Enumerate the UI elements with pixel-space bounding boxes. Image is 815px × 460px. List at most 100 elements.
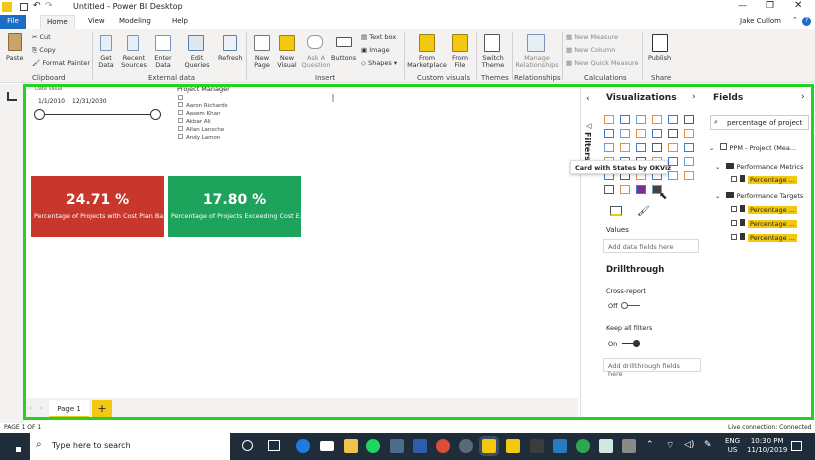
- restore-icon[interactable]: ❐: [766, 1, 774, 11]
- refresh-button[interactable]: Refresh: [218, 55, 243, 62]
- cut-button[interactable]: ✂ Cut: [32, 34, 51, 41]
- clock[interactable]: 10:30 PM 11/10/2019: [747, 437, 787, 455]
- paste-icon[interactable]: [8, 33, 22, 51]
- from-marketplace-button[interactable]: From Marketplace: [406, 55, 448, 69]
- ribbon: Paste ✂ Cut ⎘ Copy 🖌 Format Painter Clip…: [0, 29, 815, 83]
- group-external-data: External data: [148, 74, 196, 82]
- chrome-icon[interactable]: [436, 439, 450, 453]
- network-icon[interactable]: ⌔: [666, 440, 674, 451]
- ask-question-button[interactable]: Ask A Question: [301, 55, 331, 69]
- get-data-icon[interactable]: [100, 35, 112, 51]
- marketplace-icon[interactable]: [419, 34, 435, 52]
- calculator-icon[interactable]: [622, 439, 636, 453]
- edit-queries-icon[interactable]: [188, 35, 204, 51]
- spotify-icon[interactable]: [366, 439, 380, 453]
- photos-icon[interactable]: [390, 439, 404, 453]
- shapes-button[interactable]: ◇ Shapes ▾: [361, 60, 397, 67]
- from-file-icon[interactable]: [452, 34, 468, 52]
- close-icon[interactable]: ✕: [794, 0, 802, 11]
- view-rail: [0, 84, 24, 424]
- expand-ribbon-icon[interactable]: ⌃: [792, 16, 798, 24]
- enter-data-button[interactable]: Enter Data: [153, 55, 173, 69]
- powerbi-logo-icon: [2, 2, 12, 12]
- terminal-icon[interactable]: [530, 439, 544, 453]
- word-icon[interactable]: [413, 439, 427, 453]
- group-calculations: Calculations: [584, 74, 627, 82]
- edit-queries-button[interactable]: Edit Queries: [181, 55, 213, 69]
- title-bar: ↶ ↷ Untitled - Power BI Desktop — ❐ ✕: [0, 0, 815, 15]
- network-app-icon[interactable]: [459, 439, 473, 453]
- buttons-icon[interactable]: [336, 37, 352, 47]
- publish-icon[interactable]: [652, 34, 668, 52]
- paste-button[interactable]: Paste: [6, 55, 24, 62]
- new-measure-button[interactable]: ▦ New Measure: [566, 34, 618, 41]
- taskbar-search[interactable]: ⌕ Type here to search: [30, 433, 230, 460]
- windows-start-icon[interactable]: [10, 441, 21, 452]
- taskbar-search-input[interactable]: Type here to search: [52, 441, 131, 450]
- help-icon[interactable]: ?: [802, 17, 811, 26]
- new-visual-button[interactable]: New Visual: [277, 55, 297, 69]
- redo-icon[interactable]: ↷: [45, 1, 53, 11]
- powerbi-report-icon[interactable]: [506, 439, 520, 453]
- tab-file[interactable]: File: [0, 15, 26, 29]
- text-box-button[interactable]: ▤ Text box: [361, 34, 396, 41]
- task-view-icon[interactable]: [268, 440, 280, 451]
- recent-sources-button[interactable]: Recent Sources: [119, 55, 149, 69]
- file-explorer-icon[interactable]: [344, 439, 358, 453]
- window-title: Untitled - Power BI Desktop: [73, 2, 183, 11]
- tab-view[interactable]: View: [88, 17, 105, 25]
- group-insert: Insert: [315, 74, 336, 82]
- tab-modeling[interactable]: Modeling: [119, 17, 151, 25]
- divider: [476, 32, 477, 80]
- switch-theme-icon[interactable]: [484, 34, 500, 52]
- group-clipboard: Clipboard: [32, 74, 66, 82]
- notes-icon[interactable]: [599, 439, 613, 453]
- volume-icon[interactable]: ◁): [684, 440, 694, 450]
- new-page-button[interactable]: New Page: [252, 55, 272, 69]
- tray-overflow-icon[interactable]: ⌃: [646, 440, 654, 450]
- enter-data-icon[interactable]: [155, 35, 171, 51]
- image-button[interactable]: ▣ Image: [361, 47, 390, 54]
- xbox-icon[interactable]: [576, 439, 590, 453]
- switch-theme-button[interactable]: Switch Theme: [480, 55, 506, 69]
- connection-status: Live connection: Connected: [728, 424, 812, 431]
- mail-icon[interactable]: [320, 441, 334, 451]
- cortana-icon[interactable]: [242, 440, 253, 451]
- tab-home[interactable]: Home: [40, 15, 75, 29]
- publish-button[interactable]: Publish: [648, 55, 671, 62]
- highlight-frame: [23, 84, 814, 420]
- recent-sources-icon[interactable]: [127, 35, 139, 51]
- new-visual-icon[interactable]: [279, 35, 295, 51]
- new-page-icon[interactable]: [254, 35, 270, 51]
- format-painter-button[interactable]: 🖌 Format Painter: [32, 60, 90, 67]
- edge-icon[interactable]: [296, 439, 310, 453]
- manage-relationships-icon[interactable]: [527, 34, 545, 52]
- pen-icon[interactable]: ✎: [704, 440, 712, 450]
- undo-icon[interactable]: ↶: [33, 1, 41, 11]
- powerbi-taskbar-icon[interactable]: [482, 439, 496, 453]
- divider: [642, 32, 643, 80]
- refresh-icon[interactable]: [223, 35, 237, 51]
- notifications-icon[interactable]: [791, 441, 802, 451]
- copy-button[interactable]: ⎘ Copy: [32, 47, 56, 54]
- divider: [246, 32, 247, 80]
- manage-relationships-button[interactable]: Manage Relationships: [514, 55, 560, 69]
- tab-help[interactable]: Help: [172, 17, 188, 25]
- group-custom-visuals: Custom visuals: [417, 74, 471, 82]
- ask-question-icon[interactable]: [307, 35, 323, 49]
- from-file-button[interactable]: From File: [450, 55, 470, 69]
- minimize-icon[interactable]: —: [738, 1, 747, 11]
- group-relationships: Relationships: [514, 74, 561, 82]
- user-name[interactable]: Jake Cullom: [740, 17, 781, 25]
- get-data-button[interactable]: Get Data: [96, 55, 116, 69]
- status-bar: PAGE 1 OF 1 Live connection: Connected: [0, 423, 815, 433]
- report-view-icon[interactable]: [7, 92, 17, 101]
- group-share: Share: [651, 74, 672, 82]
- new-column-button[interactable]: ▦ New Column: [566, 47, 615, 54]
- language-indicator[interactable]: ENG US: [725, 437, 740, 455]
- buttons-button[interactable]: Buttons: [331, 55, 356, 62]
- save-icon[interactable]: [20, 3, 28, 11]
- visual-studio-icon[interactable]: [553, 439, 567, 453]
- page-count: PAGE 1 OF 1: [4, 424, 42, 431]
- new-quick-measure-button[interactable]: ▦ New Quick Measure: [566, 60, 639, 67]
